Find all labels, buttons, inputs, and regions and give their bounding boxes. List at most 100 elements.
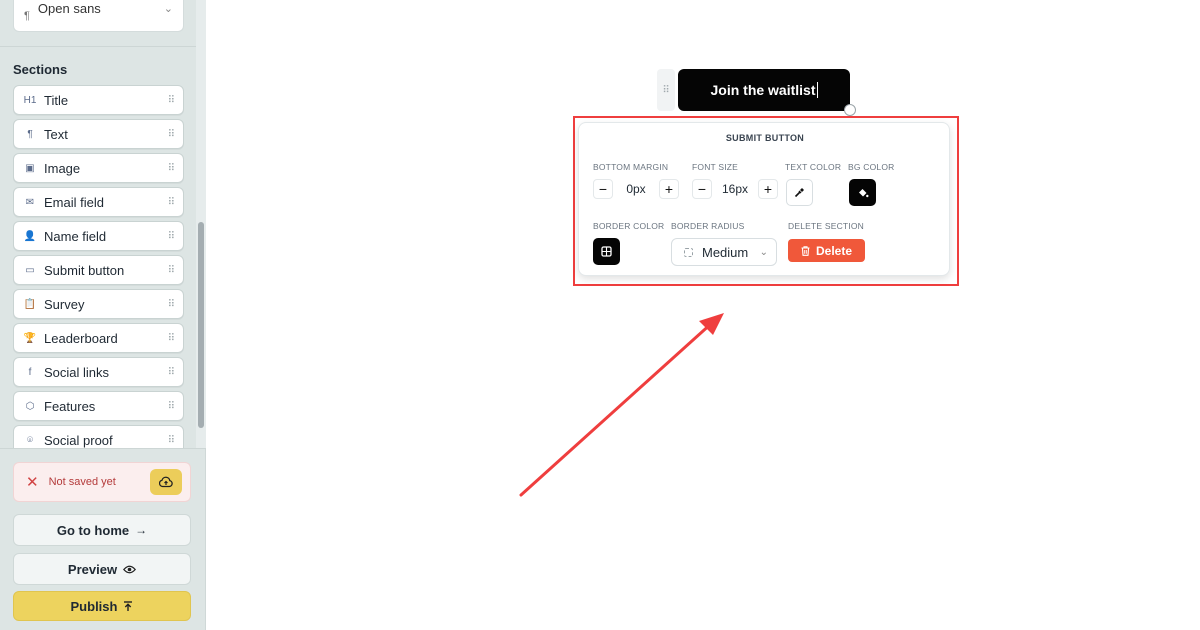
save-status-banner: ✕ Not saved yet [13, 462, 191, 502]
cloud-upload-icon [159, 476, 173, 488]
publish-label: Publish [70, 598, 118, 614]
section-item-label: Text [44, 126, 68, 142]
close-icon: ✕ [26, 474, 39, 491]
delete-section-label: DELETE SECTION [788, 221, 865, 231]
button-icon: ▭ [25, 264, 35, 276]
chevron-down-icon: ⌄ [759, 246, 768, 258]
section-item-label: Image [44, 160, 81, 176]
section-item-label: Email field [44, 194, 104, 210]
image-icon: ▣ [25, 162, 35, 174]
section-item-label: Features [44, 398, 96, 414]
grip-icon[interactable]: ⠿ [168, 299, 175, 310]
scrollbar-thumb[interactable] [198, 222, 204, 428]
border-radius-value: Medium [702, 244, 749, 260]
section-item-name-field[interactable]: 👤 Name field ⠿ [13, 221, 184, 251]
text-color-label: TEXT COLOR [785, 162, 842, 172]
border-radius-label: BORDER RADIUS [671, 221, 745, 231]
pilcrow-icon: ¶ [24, 9, 30, 22]
divider [0, 448, 206, 449]
bottom-margin-value[interactable]: 0px [613, 182, 659, 196]
decrease-margin-button[interactable]: − [593, 179, 613, 199]
publish-button[interactable]: Publish [13, 591, 191, 621]
trash-icon [801, 245, 810, 256]
go-to-home-label: Go to home [56, 522, 130, 538]
popover-title: SUBMIT BUTTON [725, 133, 805, 143]
go-to-home-button[interactable]: Go to home → [13, 514, 191, 546]
grip-icon[interactable]: ⠿ [168, 333, 175, 344]
section-item-social-proof[interactable]: ⌾ Social proof ⠿ [13, 425, 184, 448]
trophy-icon: 🏆 [23, 332, 37, 344]
border-grid-icon [601, 246, 612, 257]
pilcrow-icon: ¶ [27, 128, 33, 140]
heading-icon: H1 [23, 94, 37, 106]
border-color-swatch[interactable] [593, 238, 620, 265]
radius-corner-icon [684, 247, 693, 257]
waitlist-submit-button[interactable]: Join the waitlist [678, 69, 850, 111]
sections-heading: Sections [13, 62, 68, 77]
font-family-value: Open sans [37, 1, 101, 16]
delete-section-button[interactable]: Delete [788, 239, 865, 262]
bg-color-swatch[interactable] [849, 179, 876, 206]
drag-handle[interactable]: ⠿ [657, 69, 675, 111]
save-status-text: Not saved yet [48, 476, 116, 488]
section-item-label: Name field [44, 228, 107, 244]
decrease-font-size-button[interactable]: − [692, 179, 712, 199]
font-size-label: FONT SIZE [692, 162, 739, 172]
grip-icon[interactable]: ⠿ [168, 95, 175, 106]
grip-icon[interactable]: ⠿ [168, 231, 175, 242]
eyedropper-icon [794, 188, 804, 198]
box-icon: ⬡ [25, 400, 35, 412]
grip-icon[interactable]: ⠿ [168, 401, 175, 412]
divider [0, 46, 196, 47]
clipboard-icon: 📋 [23, 298, 37, 310]
user-scan-icon: ⌾ [27, 434, 33, 446]
text-color-swatch[interactable] [786, 179, 813, 206]
increase-margin-button[interactable]: + [659, 179, 679, 199]
waitlist-button-label: Join the waitlist [710, 82, 816, 98]
grip-icon[interactable]: ⠿ [168, 163, 175, 174]
grip-icon[interactable]: ⠿ [168, 265, 175, 276]
section-item-features[interactable]: ⬡ Features ⠿ [13, 391, 184, 421]
eye-icon [123, 565, 137, 574]
upload-icon [123, 600, 133, 612]
preview-label: Preview [67, 561, 118, 577]
paint-bucket-icon [858, 188, 868, 197]
preview-button[interactable]: Preview [13, 553, 191, 585]
delete-button-label: Delete [815, 243, 853, 258]
mail-icon: ✉ [25, 196, 35, 208]
section-list: H1 Title ⠿ ¶ Text ⠿ ▣ Image ⠿ ✉ Email field ⠿ 👤 Name … [13, 85, 184, 448]
sidebar-scroll-area: ¶ Open sans ⌄ Sections H1 Title ⠿ ¶ Text ⠿ ▣ Im… [0, 0, 206, 448]
increase-font-size-button[interactable]: + [758, 179, 778, 199]
section-item-label: Social links [44, 364, 110, 380]
text-cursor [816, 82, 818, 98]
facebook-icon: f [28, 366, 32, 378]
font-size-value[interactable]: 16px [712, 182, 758, 196]
bottom-margin-label: BOTTOM MARGIN [593, 162, 669, 172]
chevron-down-icon: ⌄ [163, 3, 173, 15]
bg-color-label: BG COLOR [848, 162, 895, 172]
section-item-social-links[interactable]: f Social links ⠿ [13, 357, 184, 387]
font-family-select[interactable]: ¶ Open sans ⌄ [13, 0, 184, 32]
save-button[interactable] [150, 469, 182, 495]
section-item-title[interactable]: H1 Title ⠿ [13, 85, 184, 115]
section-item-label: Title [44, 92, 69, 108]
grip-icon[interactable]: ⠿ [168, 197, 175, 208]
grip-icon[interactable]: ⠿ [168, 129, 175, 140]
border-color-label: BORDER COLOR [593, 221, 665, 231]
sidebar: ¶ Open sans ⌄ Sections H1 Title ⠿ ¶ Text ⠿ ▣ Im… [0, 0, 206, 630]
section-item-label: Social proof [44, 432, 113, 448]
border-radius-select[interactable]: Medium ⌄ [671, 238, 777, 266]
section-item-email-field[interactable]: ✉ Email field ⠿ [13, 187, 184, 217]
section-item-leaderboard[interactable]: 🏆 Leaderboard ⠿ [13, 323, 184, 353]
grip-icon: ⠿ [662, 84, 670, 96]
grip-icon[interactable]: ⠿ [168, 435, 175, 446]
arrow-right-icon: → [135, 523, 148, 537]
grip-icon[interactable]: ⠿ [168, 367, 175, 378]
section-item-text[interactable]: ¶ Text ⠿ [13, 119, 184, 149]
section-item-label: Submit button [44, 262, 125, 278]
section-item-image[interactable]: ▣ Image ⠿ [13, 153, 184, 183]
section-item-label: Survey [44, 296, 85, 312]
section-item-survey[interactable]: 📋 Survey ⠿ [13, 289, 184, 319]
section-item-submit-button[interactable]: ▭ Submit button ⠿ [13, 255, 184, 285]
resize-handle[interactable] [844, 104, 856, 116]
